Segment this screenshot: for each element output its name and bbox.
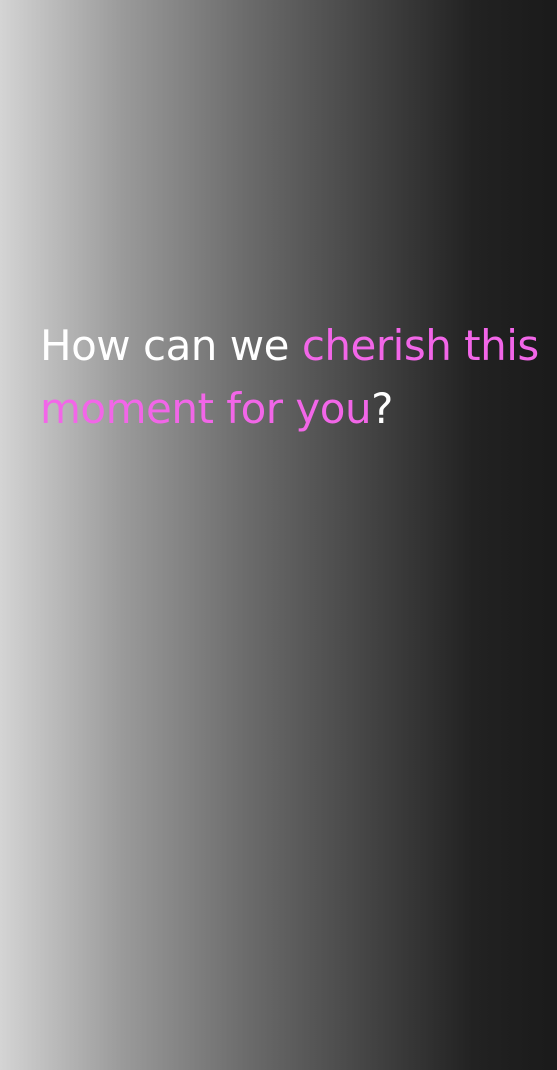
headline-text-end: ? bbox=[371, 384, 393, 433]
page-headline: How can we cherish this moment for you? bbox=[40, 314, 540, 440]
headline-text-start: How can we bbox=[40, 321, 302, 370]
